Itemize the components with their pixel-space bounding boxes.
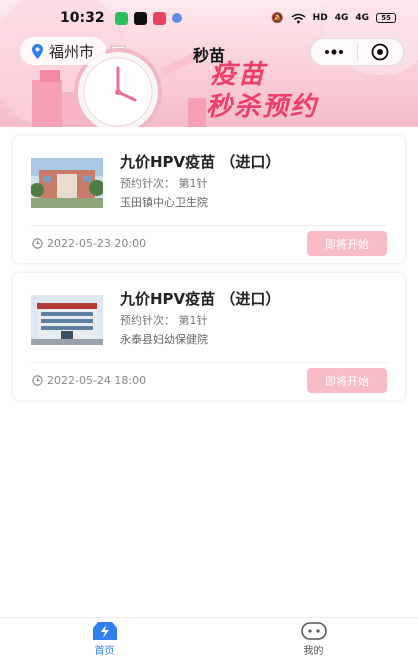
tab-profile[interactable]: 我的 bbox=[209, 618, 418, 660]
coming-soon-button[interactable]: 即将开始 bbox=[307, 231, 387, 256]
nav-bar: 福州市 秒苗 bbox=[0, 36, 418, 68]
card-time-row: 2022-05-23 20:00 bbox=[32, 237, 146, 250]
location-label: 福州市 bbox=[49, 42, 95, 61]
wifi-icon bbox=[291, 13, 306, 23]
clock-icon bbox=[32, 375, 43, 386]
hospital-name: 永泰县妇幼保健院 bbox=[120, 333, 208, 346]
close-program-button[interactable] bbox=[357, 39, 403, 65]
more-dots-icon bbox=[324, 49, 343, 55]
bottom-tab-bar: 首页 我的 bbox=[0, 617, 418, 660]
vaccine-card[interactable]: 九价HPV疫苗 （进口） 预约针次： 第1针 玉田镇中心卫生院 2022-05-… bbox=[13, 136, 405, 263]
vaccine-title: 九价HPV疫苗 （进口） bbox=[120, 290, 281, 308]
battery-icon: 55 bbox=[376, 13, 396, 23]
hospital-name: 玉田镇中心卫生院 bbox=[120, 196, 208, 209]
hero-headline-line2: 秒杀预约 bbox=[206, 92, 319, 122]
target-close-icon bbox=[371, 43, 389, 61]
notification-app-icon bbox=[171, 13, 182, 23]
tiktok-app-icon bbox=[133, 11, 147, 25]
dose-info: 预约针次： 第1针 bbox=[120, 177, 208, 190]
vaccine-title: 九价HPV疫苗 （进口） bbox=[120, 153, 281, 171]
location-pin-icon bbox=[32, 43, 43, 59]
more-menu-button[interactable] bbox=[311, 39, 357, 65]
card-time-row: 2022-05-24 18:00 bbox=[32, 374, 146, 387]
shopping-app-icon bbox=[152, 11, 166, 25]
dose-info: 预约针次： 第1针 bbox=[120, 314, 208, 327]
phone-app-icon bbox=[114, 11, 128, 25]
tab-profile-label: 我的 bbox=[303, 646, 324, 657]
status-time: 10:32 bbox=[60, 10, 105, 26]
hospital-thumbnail bbox=[31, 158, 103, 208]
appointment-time: 2022-05-24 18:00 bbox=[47, 374, 147, 387]
card-divider bbox=[31, 225, 387, 226]
card-divider bbox=[31, 362, 387, 363]
status-bar: 10:32 🔕 HD 4G 4G 55 bbox=[0, 0, 418, 36]
profile-face-icon bbox=[300, 622, 327, 640]
signal-2-icon: 4G bbox=[355, 13, 369, 23]
appointment-time: 2022-05-23 20:00 bbox=[47, 237, 147, 250]
location-selector[interactable]: 福州市 bbox=[20, 37, 107, 65]
mute-icon: 🔕 bbox=[271, 12, 284, 24]
clock-icon bbox=[32, 238, 43, 249]
tab-home-label: 首页 bbox=[94, 646, 115, 657]
hd-label: HD bbox=[312, 13, 328, 23]
home-bolt-icon bbox=[92, 622, 117, 640]
vaccine-card[interactable]: 九价HPV疫苗 （进口） 预约针次： 第1针 永泰县妇幼保健院 2022-05-… bbox=[13, 273, 405, 400]
hospital-thumbnail bbox=[31, 295, 103, 345]
signal-1-icon: 4G bbox=[334, 13, 349, 23]
coming-soon-button[interactable]: 即将开始 bbox=[307, 368, 387, 393]
tab-home[interactable]: 首页 bbox=[0, 618, 209, 660]
mini-program-capsule bbox=[310, 38, 404, 66]
